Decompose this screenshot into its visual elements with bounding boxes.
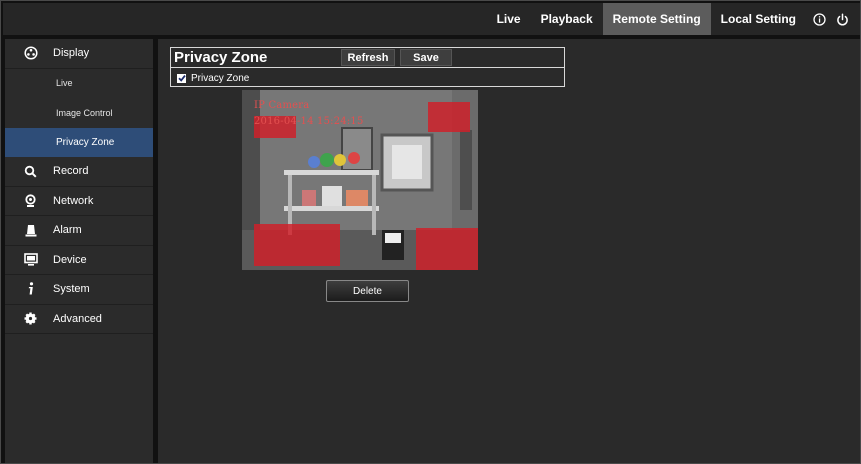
sidebar-item-label: Record	[53, 165, 89, 178]
sidebar-item-network[interactable]: Network	[5, 187, 153, 216]
top-nav: Live Playback Remote Setting Local Setti…	[487, 3, 860, 35]
nav-remote-setting[interactable]: Remote Setting	[602, 3, 711, 35]
submenu-live[interactable]: Live	[5, 69, 153, 99]
info-icon[interactable]	[809, 3, 829, 35]
checkmark-icon	[177, 75, 186, 82]
refresh-button[interactable]: Refresh	[341, 49, 395, 66]
alarm-icon	[23, 223, 38, 238]
sidebar-item-display[interactable]: Display	[5, 39, 153, 69]
delete-button[interactable]: Delete	[326, 280, 409, 302]
network-icon	[23, 193, 38, 208]
submenu-privacy-zone[interactable]: Privacy Zone	[5, 127, 153, 157]
device-icon	[23, 252, 38, 267]
sidebar-item-system[interactable]: System	[5, 275, 153, 305]
camera-name-overlay: IP Camera	[254, 100, 310, 111]
sidebar-item-label: Display	[53, 47, 90, 60]
privacy-zone-label: Privacy Zone	[191, 72, 250, 84]
camera-preview[interactable]: IP Camera 2016-04-14 15:24:15	[242, 90, 478, 270]
page-title: Privacy Zone	[174, 49, 268, 66]
submenu-image-control[interactable]: Image Control	[5, 98, 153, 128]
privacy-zone-checkbox[interactable]	[177, 73, 186, 83]
info-icon	[23, 282, 38, 297]
display-icon	[23, 46, 38, 61]
nav-local-setting[interactable]: Local Setting	[711, 3, 806, 35]
search-icon	[23, 164, 38, 179]
privacy-zone-mask[interactable]	[254, 224, 340, 266]
privacy-zone-panel: Privacy Zone Refresh Save Privacy Zone	[170, 47, 565, 87]
privacy-zone-mask[interactable]	[428, 102, 470, 132]
timestamp-overlay: 2016-04-14 15:24:15	[254, 116, 364, 127]
sidebar-item-label: Alarm	[53, 224, 82, 237]
gear-icon	[23, 311, 38, 326]
app-window: Live Playback Remote Setting Local Setti…	[0, 0, 861, 464]
sidebar-item-advanced[interactable]: Advanced	[5, 305, 153, 334]
nav-live[interactable]: Live	[487, 3, 531, 35]
panel-header: Privacy Zone Refresh Save	[171, 48, 564, 68]
main-panel: Privacy Zone Refresh Save Privacy Zone I…	[158, 39, 860, 463]
power-icon[interactable]	[832, 3, 852, 35]
nav-playback[interactable]: Playback	[531, 3, 603, 35]
sidebar-item-alarm[interactable]: Alarm	[5, 216, 153, 246]
sidebar: Display Live Image Control Privacy Zone …	[5, 39, 153, 463]
sidebar-item-record[interactable]: Record	[5, 157, 153, 187]
sidebar-item-label: Network	[53, 194, 94, 207]
privacy-zone-mask[interactable]	[416, 228, 478, 270]
sidebar-item-label: Device	[53, 253, 87, 266]
sidebar-item-device[interactable]: Device	[5, 246, 153, 275]
top-bar: Live Playback Remote Setting Local Setti…	[3, 3, 860, 35]
sidebar-item-label: Advanced	[53, 312, 102, 325]
sidebar-item-label: System	[53, 283, 90, 296]
privacy-zone-toggle[interactable]: Privacy Zone	[177, 70, 249, 86]
save-button[interactable]: Save	[400, 49, 452, 66]
